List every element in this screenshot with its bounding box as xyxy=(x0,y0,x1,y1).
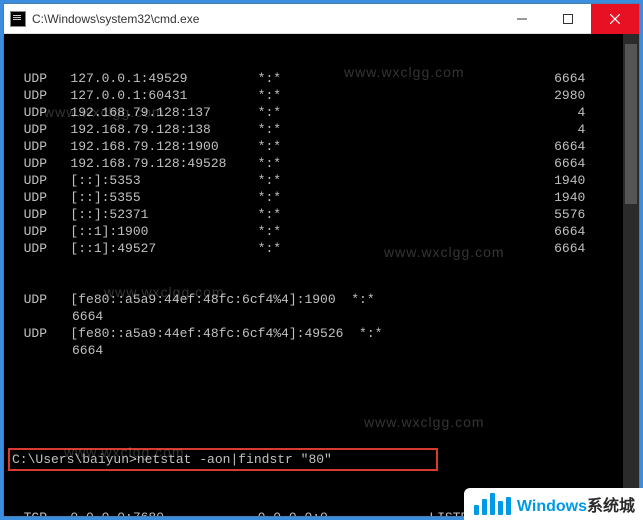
netstat-row: UDP [::1]:49527 *:* 6664 xyxy=(8,240,635,257)
netstat-row: UDP [fe80::a5a9:44ef:48fc:6cf4%4]:1900 *… xyxy=(8,291,635,308)
cmd-window: C:\Windows\system32\cmd.exe UDP 127.0.0.… xyxy=(3,3,640,517)
netstat-row: UDP [::]:5353 *:* 1940 xyxy=(8,172,635,189)
netstat-row: UDP 127.0.0.1:60431 *:* 2980 xyxy=(8,87,635,104)
terminal-output[interactable]: UDP 127.0.0.1:49529 *:* 6664 UDP 127.0.0… xyxy=(4,34,639,516)
minimize-button[interactable] xyxy=(499,4,545,34)
netstat-row: UDP [fe80::a5a9:44ef:48fc:6cf4%4]:49526 … xyxy=(8,325,635,342)
netstat-row-wrap: 6664 xyxy=(8,308,635,325)
logo-bars-icon xyxy=(474,493,511,515)
titlebar[interactable]: C:\Windows\system32\cmd.exe xyxy=(4,4,639,34)
prompt-path: C:\Users\baiyun> xyxy=(12,452,137,467)
logo-suffix: 系统城 xyxy=(587,498,635,515)
netstat-row: UDP 127.0.0.1:49529 *:* 6664 xyxy=(8,70,635,87)
highlighted-command: C:\Users\baiyun>netstat -aon|findstr "80… xyxy=(8,448,438,471)
netstat-row: UDP 192.168.79.128:49528 *:* 6664 xyxy=(8,155,635,172)
netstat-row: UDP [::]:5355 *:* 1940 xyxy=(8,189,635,206)
watermark-text: www.wxclgg.com xyxy=(364,414,485,431)
logo-brand: Windows xyxy=(517,498,587,515)
netstat-row: UDP [::1]:1900 *:* 6664 xyxy=(8,223,635,240)
maximize-button[interactable] xyxy=(545,4,591,34)
netstat-row: UDP 192.168.79.128:1900 *:* 6664 xyxy=(8,138,635,155)
netstat-row: UDP [::]:52371 *:* 5576 xyxy=(8,206,635,223)
netstat-row: UDP 192.168.79.128:137 *:* 4 xyxy=(8,104,635,121)
netstat-row-wrap: 6664 xyxy=(8,342,635,359)
scrollbar[interactable] xyxy=(623,34,639,516)
netstat-row: UDP 192.168.79.128:138 *:* 4 xyxy=(8,121,635,138)
close-button[interactable] xyxy=(591,4,639,34)
window-title: C:\Windows\system32\cmd.exe xyxy=(32,12,499,26)
cmd-icon xyxy=(10,11,26,27)
scrollbar-thumb[interactable] xyxy=(625,44,637,204)
prompt-command: netstat -aon|findstr "80" xyxy=(137,452,332,467)
site-logo-overlay: Windows系统城 xyxy=(464,488,643,520)
